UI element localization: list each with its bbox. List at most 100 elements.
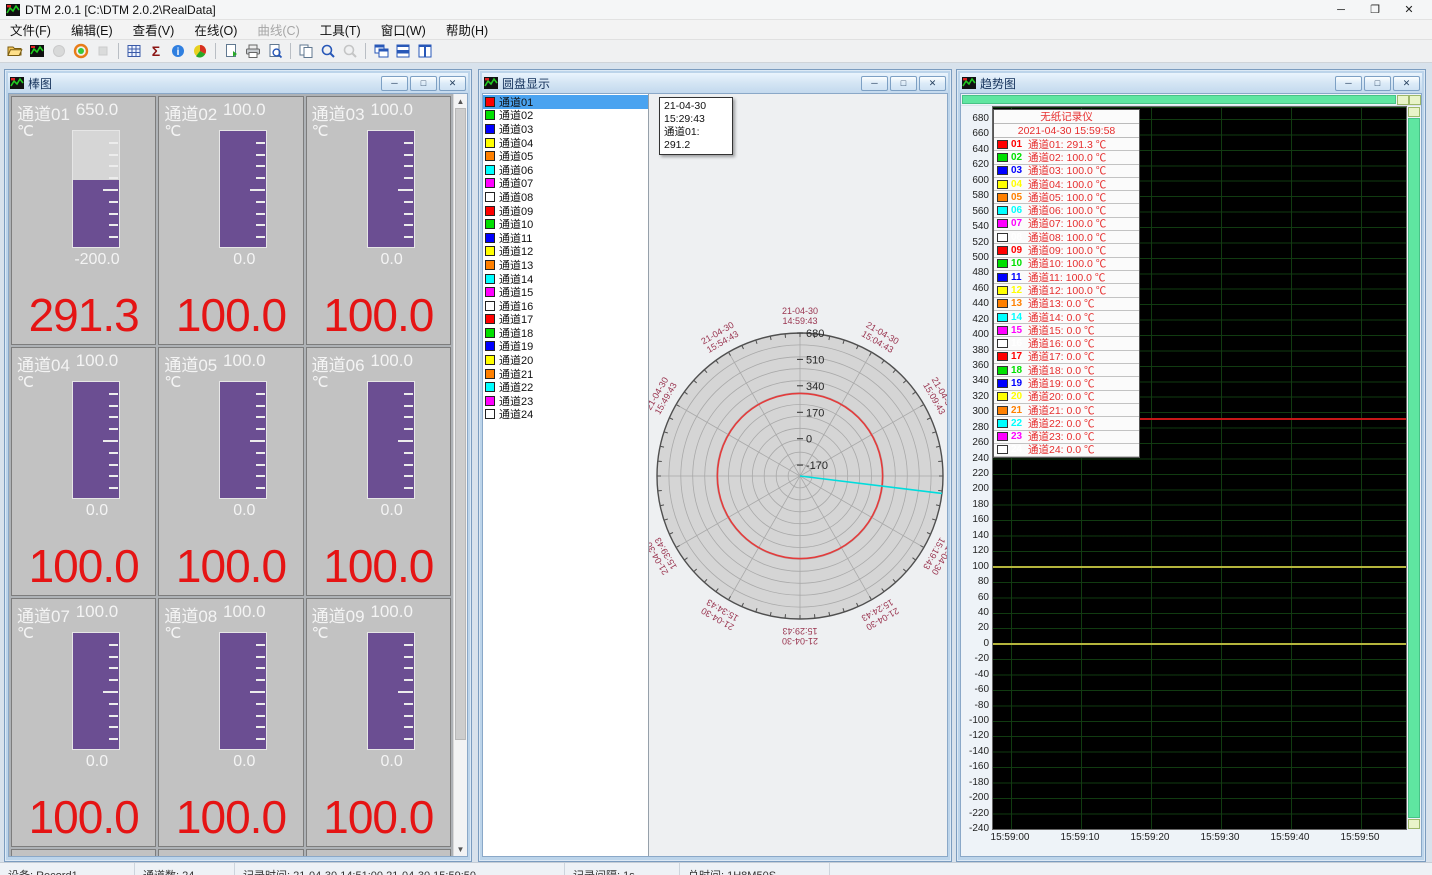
- menu-item-8[interactable]: 帮助(H): [436, 18, 498, 41]
- polar-close-button[interactable]: ✕: [919, 76, 946, 91]
- sigma-stats-icon[interactable]: Σ: [145, 41, 167, 61]
- channel-color-swatch: [485, 151, 495, 161]
- tooltip-date: 21-04-30: [664, 100, 728, 113]
- record-circle-icon[interactable]: [70, 41, 92, 61]
- x-tick-label: 15:59:40: [1271, 832, 1310, 843]
- gauge-tick: [404, 393, 413, 395]
- scale-min: 0.0: [213, 251, 275, 269]
- export-page-icon[interactable]: [220, 41, 242, 61]
- print-preview-icon[interactable]: [264, 41, 286, 61]
- main-titlebar: DTM 2.0.1 [C:\DTM 2.0.2\RealData] ─ ❐ ✕: [0, 0, 1432, 20]
- legend-channel-number: 06: [1011, 205, 1028, 216]
- bar-window-titlebar[interactable]: 棒图 ─ □ ✕: [8, 73, 468, 93]
- vscroll-up-button[interactable]: [1408, 107, 1420, 117]
- cascade-windows-icon[interactable]: [370, 41, 392, 61]
- channel-value: 291.3: [12, 288, 155, 342]
- channel-color-swatch: [485, 97, 495, 107]
- trend-window-icon: [962, 77, 976, 89]
- y-tick-label: 300: [972, 406, 989, 417]
- tile-vertical-icon[interactable]: [414, 41, 436, 61]
- y-tick-label: 320: [972, 391, 989, 402]
- data-table-icon[interactable]: [123, 41, 145, 61]
- svg-text:21-04-3015:29:43: 21-04-3015:29:43: [782, 626, 818, 646]
- menu-item-7[interactable]: 窗口(W): [371, 18, 436, 41]
- trend-hscrollbar-thumb[interactable]: [962, 95, 1396, 104]
- close-button[interactable]: ✕: [1392, 0, 1426, 20]
- y-tick-label: 200: [972, 483, 989, 494]
- y-tick-label: 660: [972, 128, 989, 139]
- gauge-tick: [256, 428, 265, 430]
- polar-minimize-button[interactable]: ─: [861, 76, 888, 91]
- trend-maximize-button[interactable]: □: [1364, 76, 1391, 91]
- scroll-up-icon[interactable]: ▲: [454, 94, 467, 108]
- channel-color-swatch: [485, 246, 495, 256]
- gauge-tick: [109, 213, 118, 215]
- y-tick-label: -60: [975, 684, 989, 695]
- menu-item-2[interactable]: 编辑(E): [61, 18, 123, 41]
- trend-window-titlebar[interactable]: 趋势图 ─ □ ✕: [960, 73, 1422, 93]
- legend-color-swatch: [997, 286, 1008, 295]
- channel-color-swatch: [485, 124, 495, 134]
- trend-close-button[interactable]: ✕: [1393, 76, 1420, 91]
- y-tick-label: -200: [969, 792, 989, 803]
- trend-vscrollbar-thumb[interactable]: [1408, 118, 1420, 818]
- pie-chart-icon[interactable]: [189, 41, 211, 61]
- realtime-chart-icon[interactable]: [26, 41, 48, 61]
- menu-item-6[interactable]: 工具(T): [310, 18, 371, 41]
- polar-maximize-button[interactable]: □: [890, 76, 917, 91]
- y-tick-label: 600: [972, 175, 989, 186]
- trend-vscrollbar[interactable]: [1407, 106, 1421, 830]
- hscroll-right-button[interactable]: [1409, 95, 1421, 105]
- info-circle-icon[interactable]: i: [167, 41, 189, 61]
- minimize-button[interactable]: ─: [1324, 0, 1358, 20]
- printer-icon[interactable]: [242, 41, 264, 61]
- menu-item-3[interactable]: 查看(V): [123, 18, 185, 41]
- svg-text:21-04-3014:59:43: 21-04-3014:59:43: [782, 306, 818, 326]
- vscroll-down-button[interactable]: [1408, 819, 1420, 829]
- zoom-magnifier-icon[interactable]: [317, 41, 339, 61]
- status-field: 设备: Record1: [0, 863, 135, 875]
- y-tick-label: 420: [972, 314, 989, 325]
- legend-channel-number: 16: [1011, 338, 1028, 349]
- open-folder-icon[interactable]: [4, 41, 26, 61]
- vertical-bar-gauge: [219, 130, 267, 248]
- bar-maximize-button[interactable]: □: [410, 76, 437, 91]
- gauge-tick: [256, 464, 265, 466]
- scale-max: 100.0: [213, 100, 275, 120]
- polar-window-titlebar[interactable]: 圆盘显示 ─ □ ✕: [482, 73, 948, 93]
- menu-item-4[interactable]: 在线(O): [184, 18, 247, 41]
- bar-close-button[interactable]: ✕: [439, 76, 466, 91]
- bar-scrollbar[interactable]: ▲ ▼: [453, 94, 467, 856]
- legend-color-swatch: [997, 366, 1008, 375]
- bar-minimize-button[interactable]: ─: [381, 76, 408, 91]
- tile-horizontal-icon[interactable]: [392, 41, 414, 61]
- bar-scrollbar-thumb[interactable]: [455, 108, 466, 740]
- channel-list: 通道01通道02通道03通道04通道05通道06通道07通道08通道09通道10…: [483, 94, 649, 856]
- legend-color-swatch: [997, 313, 1008, 322]
- gauge-tick: [256, 452, 265, 454]
- scale-min: 0.0: [213, 753, 275, 771]
- gauge-tick: [109, 726, 118, 728]
- pause-circle-icon: [48, 41, 70, 61]
- menu-item-1[interactable]: 文件(F): [0, 18, 61, 41]
- value-tooltip: 21-04-30 15:29:43 通道01: 291.2: [659, 97, 733, 155]
- scale-max: 100.0: [66, 853, 128, 856]
- toolbar: Σi: [0, 40, 1432, 63]
- copy-pages-icon[interactable]: [295, 41, 317, 61]
- bar-window-icon: [10, 77, 24, 89]
- trend-minimize-button[interactable]: ─: [1335, 76, 1362, 91]
- scale-min: 0.0: [66, 502, 128, 520]
- legend-channel-number: 21: [1011, 405, 1028, 416]
- scale-max: 100.0: [66, 351, 128, 371]
- restore-button[interactable]: ❐: [1358, 0, 1392, 20]
- unit-label: ℃: [312, 373, 329, 391]
- scroll-down-icon[interactable]: ▼: [454, 842, 467, 856]
- tooltip-value: 通道01: 291.2: [664, 126, 728, 152]
- gauge-tick: [109, 452, 118, 454]
- gauge-tick: [103, 189, 118, 191]
- y-tick-label: 520: [972, 237, 989, 248]
- channel-list-item[interactable]: 通道24: [483, 408, 648, 422]
- channel-list-label: 通道24: [499, 406, 533, 422]
- trend-hscrollbar[interactable]: [961, 94, 1421, 106]
- hscroll-left-button[interactable]: [1397, 95, 1409, 105]
